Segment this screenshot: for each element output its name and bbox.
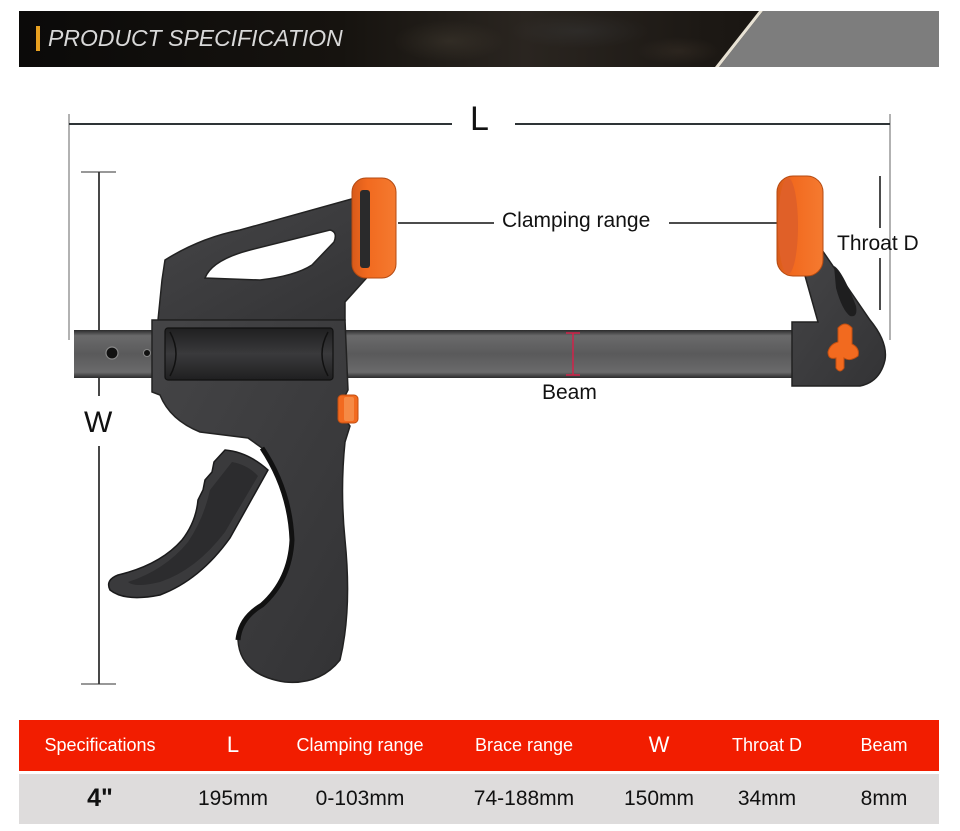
section-title: PRODUCT SPECIFICATION <box>48 25 343 51</box>
right-jaw-pad <box>776 175 824 277</box>
cell-length: 195mm <box>181 770 285 824</box>
dimension-label-W: W <box>84 406 113 439</box>
clamp-dimension-diagram: L W Clamping range Throat D Beam <box>0 70 960 710</box>
clamp-handle-body <box>151 197 376 684</box>
cell-size: 4" <box>19 770 181 824</box>
cell-width: 150mm <box>613 770 705 824</box>
cell-throat-depth: 34mm <box>705 770 829 824</box>
specification-table: Specifications L Clamping range Brace ra… <box>19 720 939 824</box>
left-jaw-pad <box>351 177 397 279</box>
table-row: 4" 195mm 0-103mm 74-188mm 150mm 34mm 8mm <box>19 770 939 824</box>
beam-label: Beam <box>542 381 597 404</box>
throat-depth-label: Throat D <box>837 232 919 255</box>
clamping-range-label: Clamping range <box>502 209 651 232</box>
clamp-trigger <box>107 449 269 599</box>
dimension-label-L: L <box>470 100 489 138</box>
release-button <box>337 394 359 424</box>
section-header-banner: PRODUCT SPECIFICATION <box>19 11 939 67</box>
column-header-throat-d: Throat D <box>705 720 829 772</box>
cell-brace-range: 74-188mm <box>435 770 613 824</box>
column-header-clamping-range: Clamping range <box>285 720 435 772</box>
cell-clamping-range: 0-103mm <box>285 770 435 824</box>
column-header-specifications: Specifications <box>19 720 181 772</box>
column-header-L: L <box>181 720 285 772</box>
column-header-brace-range: Brace range <box>435 720 613 772</box>
column-header-beam: Beam <box>829 720 939 772</box>
clamp-illustration <box>68 114 891 685</box>
title-accent-bar <box>36 26 40 51</box>
table-header-row: Specifications L Clamping range Brace ra… <box>19 720 939 772</box>
cell-beam: 8mm <box>829 770 939 824</box>
column-header-W: W <box>613 720 705 772</box>
